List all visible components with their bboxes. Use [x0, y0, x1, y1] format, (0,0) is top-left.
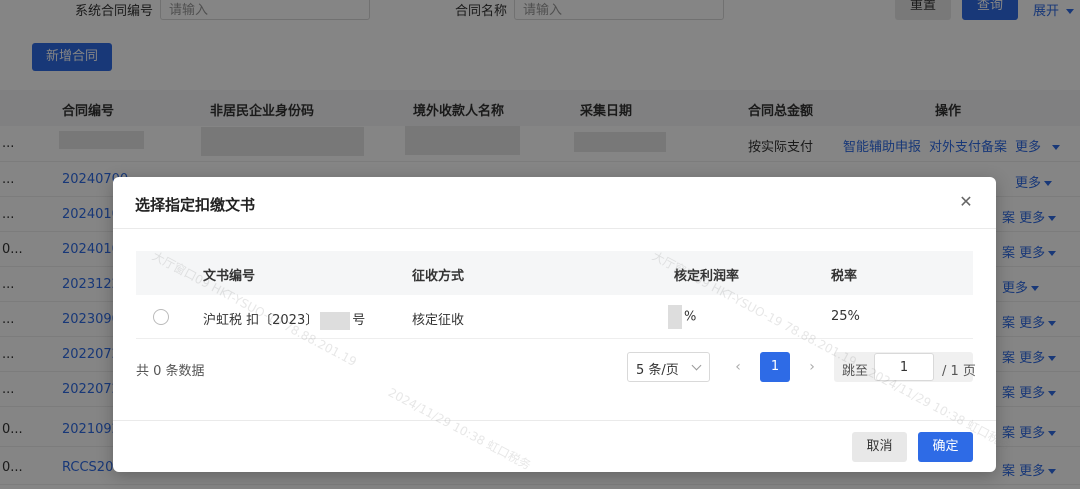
profit-rate-suffix: %	[684, 309, 697, 325]
row-radio[interactable]	[153, 309, 169, 325]
tax-rate-cell: 25%	[831, 309, 860, 324]
page-1-button[interactable]: 1	[760, 352, 790, 382]
total-count: 共 0 条数据	[136, 364, 205, 379]
pagination: 共 0 条数据 5 条/页 ‹ 1 › 跳至 / 1 页	[136, 351, 976, 383]
modal-header: 选择指定扣缴文书 ✕	[113, 177, 996, 229]
table-row[interactable]: 沪虹税 扣〔2023〕 号 核定征收 % 25%	[136, 295, 973, 339]
prev-page-icon[interactable]: ‹	[728, 357, 748, 377]
profit-rate-cell: %	[668, 305, 696, 329]
document-table: 文书编号 征收方式 核定利润率 税率 沪虹税 扣〔2023〕 号 核定征收 % 2…	[136, 251, 973, 339]
doc-no-prefix: 沪虹税 扣〔2023〕	[203, 313, 319, 328]
next-page-icon[interactable]: ›	[802, 357, 822, 377]
doc-no-cell: 沪虹税 扣〔2023〕 号	[203, 309, 365, 330]
modal-footer: 取消 确定	[113, 420, 996, 472]
col-profit-rate: 核定利润率	[674, 269, 740, 284]
select-document-modal: 选择指定扣缴文书 ✕ 文书编号 征收方式 核定利润率 税率 沪虹税 扣〔2023…	[113, 177, 996, 472]
doc-no-suffix: 号	[352, 313, 366, 328]
chevron-down-icon	[691, 360, 702, 371]
modal-title: 选择指定扣缴文书	[135, 196, 256, 214]
jump-label: 跳至	[842, 364, 869, 379]
confirm-button[interactable]: 确定	[918, 432, 973, 462]
method-cell: 核定征收	[412, 313, 465, 328]
redacted-block	[668, 305, 682, 329]
col-tax-rate: 税率	[831, 269, 858, 284]
document-table-header: 文书编号 征收方式 核定利润率 税率	[136, 251, 973, 295]
redacted-block	[320, 311, 351, 330]
col-method: 征收方式	[412, 269, 465, 284]
close-icon[interactable]: ✕	[956, 192, 976, 212]
jump-page-input[interactable]	[874, 353, 934, 381]
page-size-select[interactable]: 5 条/页	[627, 352, 710, 382]
page-size-value: 5 条/页	[636, 363, 679, 378]
col-doc-no: 文书编号	[203, 269, 256, 284]
page-jumper: 跳至 / 1 页	[834, 352, 976, 382]
total-pages: / 1 页	[942, 364, 976, 379]
cancel-button[interactable]: 取消	[852, 432, 907, 462]
